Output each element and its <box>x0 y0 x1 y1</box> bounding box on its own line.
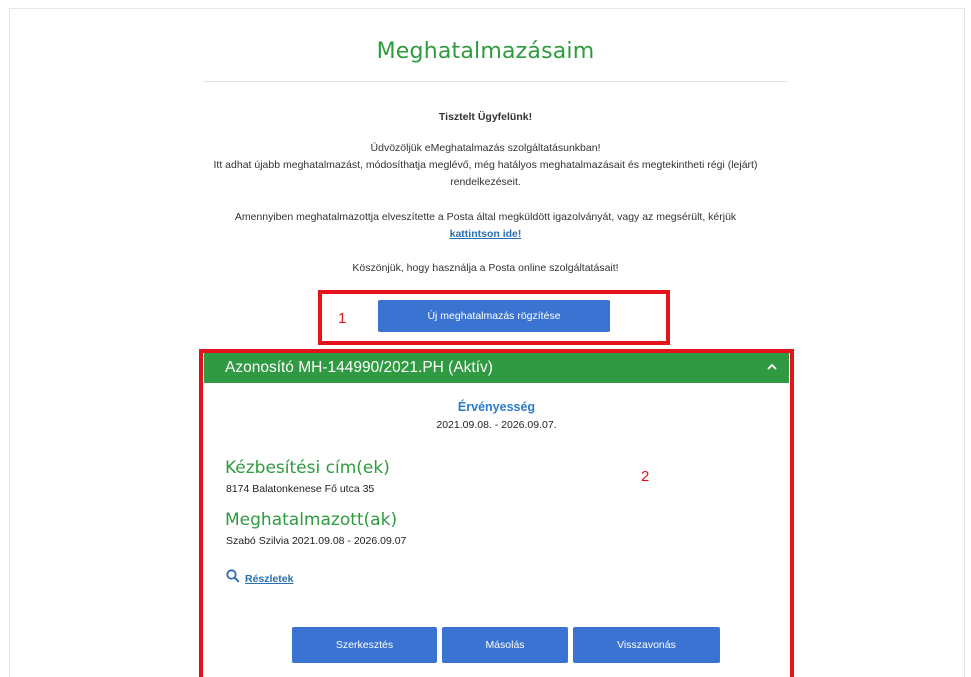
chevron-up-icon[interactable] <box>767 359 777 374</box>
delivery-address-heading: Kézbesítési cím(ek) <box>225 458 390 478</box>
validity-label: Érvényesség <box>457 400 536 414</box>
description-line-2: rendelkezéseit. <box>450 176 521 188</box>
page: Meghatalmazásaim Tisztelt Ügyfelünk! Üdv… <box>0 0 971 677</box>
greeting-text: Tisztelt Ügyfelünk! <box>438 111 533 123</box>
revoke-button[interactable]: Visszavonás <box>573 627 720 663</box>
page-title: Meghatalmazásaim <box>376 39 595 64</box>
authorized-persons-value: Szabó Szilvia 2021.09.08 - 2026.09.07 <box>226 535 407 547</box>
edit-button[interactable]: Szerkesztés <box>292 627 437 663</box>
welcome-text: Üdvözöljük eMeghatalmazás szolgáltatásun… <box>370 142 601 154</box>
thanks-text: Köszönjük, hogy használja a Posta online… <box>352 262 619 274</box>
lost-card-link-wrap: kattintson ide! <box>0 226 971 243</box>
title-divider <box>203 81 788 82</box>
search-icon <box>226 569 240 588</box>
details-link-label: Részletek <box>245 572 294 585</box>
authorization-id: Azonosító MH-144990/2021.PH (Aktív) <box>225 359 493 376</box>
description-line-1: Itt adhat újabb meghatalmazást, módosíth… <box>213 159 758 171</box>
lost-card-text: Amennyiben meghatalmazottja elveszítette… <box>234 211 737 223</box>
authorized-persons-heading: Meghatalmazott(ak) <box>225 510 398 530</box>
new-authorization-button[interactable]: Új meghatalmazás rögzítése <box>378 300 610 332</box>
copy-button[interactable]: Másolás <box>442 627 568 663</box>
authorization-panel-header[interactable]: Azonosító MH-144990/2021.PH (Aktív) <box>204 353 789 383</box>
delivery-address-value: 8174 Balatonkenese Fő utca 35 <box>226 483 375 495</box>
greeting: Tisztelt Ügyfelünk! <box>0 109 971 126</box>
annotation-label-2: 2 <box>641 468 650 485</box>
lost-card-link[interactable]: kattintson ide! <box>450 228 522 240</box>
details-link[interactable]: Részletek <box>226 569 293 588</box>
annotation-label-1: 1 <box>338 310 347 327</box>
validity-value: 2021.09.08. - 2026.09.07. <box>436 419 557 431</box>
